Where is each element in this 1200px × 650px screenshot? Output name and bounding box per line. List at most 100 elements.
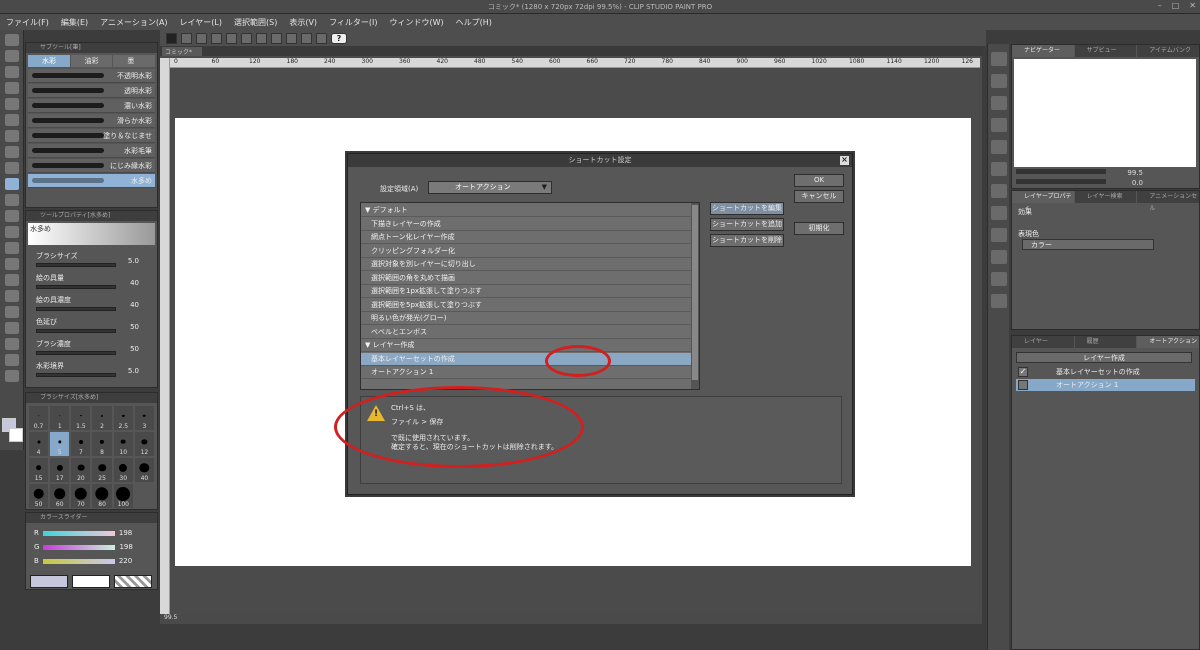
auto-select-icon[interactable] [5,114,19,126]
frame-tool-icon[interactable] [5,306,19,318]
history-icon[interactable] [991,250,1007,264]
property-slider[interactable] [36,263,116,267]
property-row[interactable]: 色延び 50 [26,317,157,333]
auto-action-item-selected[interactable]: オートアクション 1 [1016,379,1195,391]
brush-item[interactable]: にじみ縁水彩 [28,159,155,173]
save-icon[interactable] [211,32,222,44]
tab-oil[interactable]: 油彩 [70,55,113,67]
fill-tool-icon[interactable] [5,258,19,270]
color-row-r[interactable]: R 198 [34,529,157,537]
property-slider[interactable] [36,285,116,289]
auto-action-item[interactable]: ✓ 基本レイヤーセットの作成 [1016,366,1195,378]
property-slider[interactable] [36,351,116,355]
navigator-icon[interactable] [991,74,1007,88]
property-slider[interactable] [36,373,116,377]
scrollbar[interactable] [691,203,699,389]
brush-item[interactable]: 塗り＆なじませ [28,129,155,143]
shortcut-item[interactable]: 選択範囲を5px拡張して塗りつぶす [361,299,693,312]
clip-studio-icon[interactable] [166,32,177,44]
text-tool-icon[interactable] [5,338,19,350]
shortcut-item[interactable]: 選択範囲を1px拡張して塗りつぶす [361,285,693,298]
brush-size-cell[interactable]: 50 [29,484,49,508]
transparent-color-chip[interactable] [114,575,152,588]
brush-size-cell[interactable]: 5 [50,432,70,456]
animation-cel-icon[interactable] [991,206,1007,220]
add-shortcut-button[interactable]: ショートカットを追加 [710,218,784,231]
brush-item[interactable]: 水彩毛筆 [28,144,155,158]
edit-shortcut-button[interactable]: ショートカットを編集 [710,202,784,215]
color-row-g[interactable]: G 198 [34,543,157,551]
shortcut-item[interactable]: 基本レイヤーセットの作成 [361,352,693,366]
menu-help[interactable]: ヘルプ(H) [456,17,492,28]
brush-item[interactable]: 滑らか水彩 [28,114,155,128]
close-icon[interactable]: × [840,156,849,165]
menu-filter[interactable]: フィルター(I) [329,17,377,28]
zoom-slider[interactable] [1016,169,1106,174]
tab-animation-cel[interactable]: アニメーションセル [1137,191,1200,212]
item-bank-icon[interactable] [991,118,1007,132]
ruler-tool-icon[interactable] [5,322,19,334]
brush-item[interactable]: 濃い水彩 [28,99,155,113]
property-row[interactable]: 絵の具濃度 40 [26,295,157,311]
property-row[interactable]: ブラシサイズ 5.0 [26,251,157,267]
brush-size-cell[interactable]: 40 [134,458,154,482]
zoom-tool-icon[interactable] [5,34,19,46]
brush-size-cell[interactable]: 60 [50,484,70,508]
shortcut-group-header[interactable]: ▼ デフォルト [361,204,693,217]
brush-size-cell[interactable]: 30 [113,458,133,482]
menu-layer[interactable]: レイヤー(L) [180,17,222,28]
sub-color-chip[interactable] [72,575,110,588]
checkbox[interactable]: ✓ [1018,367,1028,377]
property-row[interactable]: 水彩境界 5.0 [26,361,157,377]
brush-item[interactable]: 透明水彩 [28,84,155,98]
move-layer-icon[interactable] [5,82,19,94]
main-color-chip[interactable] [30,575,68,588]
move-tool-icon[interactable] [5,50,19,62]
redo-icon[interactable] [241,32,252,44]
tab-layer[interactable]: レイヤー [1012,336,1074,348]
tab-watercolor[interactable]: 水彩 [28,55,70,67]
tab-item-bank[interactable]: アイテムバンク [1137,45,1200,57]
brush-size-cell[interactable]: 25 [92,458,112,482]
navigator-thumbnail[interactable] [1014,59,1196,167]
undo-icon[interactable] [226,32,237,44]
minimize-icon[interactable]: – [1158,1,1162,10]
brush-size-cell[interactable]: 2.5 [113,406,133,430]
figure-tool-icon[interactable] [5,290,19,302]
airbrush-tool-icon[interactable] [5,194,19,206]
auto-action-set-select[interactable]: レイヤー作成 [1016,352,1192,363]
brush-size-cell[interactable]: 0.7 [29,406,49,430]
shortcut-item[interactable]: ベベルとエンボス [361,326,693,339]
tab-ink[interactable]: 墨 [113,55,156,67]
menu-animation[interactable]: アニメーション(A) [100,17,167,28]
help-icon[interactable]: ? [331,32,347,44]
search-icon[interactable] [991,52,1007,66]
tab-navigator[interactable]: ナビゲーター [1012,45,1074,57]
setting-area-select[interactable]: オートアクション ▼ [428,181,552,194]
auto-action-icon[interactable] [991,272,1007,286]
layer-property-icon[interactable] [991,162,1007,176]
menu-selection[interactable]: 選択範囲(S) [234,17,277,28]
tab-layer-search[interactable]: レイヤー検索 [1074,191,1137,203]
document-tab[interactable]: コミック* [162,47,202,56]
snap-icon[interactable] [316,32,327,44]
brush-size-cell[interactable]: 3 [134,406,154,430]
maximize-icon[interactable]: □ [1172,1,1180,10]
reset-button[interactable]: 初期化 [794,222,844,235]
brush-size-cell[interactable]: 2 [92,406,112,430]
shortcut-item[interactable]: 明るい色が発光(グロー) [361,312,693,325]
shortcut-item[interactable]: 選択対象を別レイヤーに切り出し [361,258,693,271]
shortcut-item[interactable]: 下描きレイヤーの作成 [361,218,693,231]
property-row[interactable]: 絵の具量 40 [26,273,157,289]
brush-tool-icon[interactable] [5,178,19,190]
balloon-tool-icon[interactable] [5,354,19,366]
brush-size-cell[interactable]: 1.5 [71,406,91,430]
brush-item-selected[interactable]: 水多め [28,174,155,188]
menu-edit[interactable]: 編集(E) [61,17,88,28]
tab-auto-action[interactable]: オートアクション [1137,336,1200,348]
close-icon[interactable]: ✕ [1189,1,1196,10]
object-icon[interactable] [991,294,1007,308]
cancel-button[interactable]: キャンセル [794,190,844,203]
brush-size-cell[interactable]: 20 [71,458,91,482]
eraser-tool-icon[interactable] [5,226,19,238]
